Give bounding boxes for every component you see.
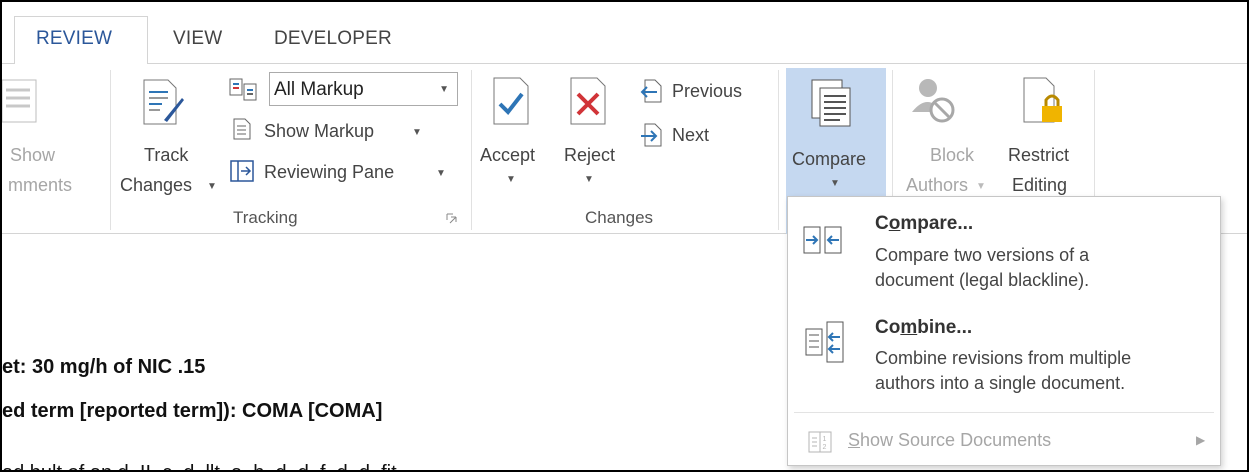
reject-icon (570, 77, 606, 125)
document-line: ed term [reported term]): COMA [COMA] (2, 400, 383, 422)
compare-menu: Compare... Compare two versions of a doc… (787, 196, 1221, 466)
ribbon-tabs: REVIEW VIEW DEVELOPER (2, 2, 1247, 65)
reject-label: Reject (564, 145, 616, 165)
previous-label: Previous (672, 81, 743, 101)
restrict-editing-icon (1023, 77, 1062, 123)
compare-menu-item[interactable]: Compare... Compare two versions of a doc… (788, 197, 1220, 307)
group-separator (778, 70, 779, 230)
show-markup-caret-icon: ▼ (412, 127, 422, 138)
document-line: ad bult of an d. II. c. d. llt. a. h. d.… (2, 462, 397, 470)
reviewing-pane-caret-icon: ▼ (436, 168, 446, 179)
track-changes-icon (143, 79, 184, 125)
tab-view[interactable]: VIEW (173, 28, 222, 50)
show-comments-label-1: Show (10, 145, 56, 165)
combine-menu-title-suffix: bine... (917, 317, 973, 338)
compare-menu-desc-2: document (legal blackline). (875, 270, 1090, 290)
svg-text:1: 1 (823, 436, 827, 443)
document-line: et: 30 mg/h of NIC .15 (2, 356, 206, 378)
dialog-launcher-icon[interactable] (446, 213, 457, 224)
tab-developer[interactable]: DEVELOPER (274, 28, 392, 50)
tracking-group-label: Tracking (233, 208, 298, 227)
group-separator (471, 70, 472, 230)
combine-documents-icon (805, 321, 844, 363)
compare-menu-title: Compare... (875, 213, 973, 235)
show-markup-icon (233, 118, 251, 140)
restrict-editing-label-1: Restrict (1008, 145, 1070, 165)
track-changes-label-1: Track (144, 145, 189, 165)
compare-menu-title-suffix: mpare... (900, 213, 974, 234)
markup-dropdown[interactable]: All Markup ▼ (269, 72, 458, 106)
combine-menu-title-prefix: Co (875, 317, 901, 338)
accept-icon (493, 77, 529, 125)
compare-label: Compare (792, 149, 867, 169)
block-authors-label-2: Authors (906, 175, 969, 195)
source-documents-icon: 1 2 (808, 431, 832, 453)
combine-menu-desc-2: authors into a single document. (875, 373, 1126, 393)
accept-caret-icon: ▼ (506, 174, 516, 185)
next-label: Next (672, 125, 710, 145)
svg-text:2: 2 (823, 444, 827, 451)
combine-menu-title-accesskey: m (900, 317, 918, 338)
markup-compare-icon (229, 78, 257, 101)
markup-dropdown-value: All Markup (274, 79, 364, 100)
compare-icon (811, 79, 851, 127)
chevron-down-icon: ▼ (439, 84, 449, 95)
track-changes-caret-icon: ▼ (207, 181, 217, 192)
reject-caret-icon: ▼ (584, 174, 594, 185)
compare-caret-icon: ▼ (830, 178, 840, 189)
reviewing-pane-icon (230, 160, 254, 182)
show-source-rest: how Source Documents (860, 430, 1052, 450)
changes-group-label: Changes (585, 208, 654, 227)
show-markup-label: Show Markup (264, 121, 375, 141)
restrict-editing-label-2: Editing (1012, 175, 1068, 195)
menu-separator (794, 412, 1214, 413)
tab-review[interactable]: REVIEW (36, 28, 112, 50)
block-authors-caret-icon: ▼ (976, 181, 986, 192)
compare-documents-icon (803, 226, 842, 254)
compare-menu-title-prefix: C (875, 213, 889, 234)
compare-menu-desc-1: Compare two versions of a (875, 245, 1090, 265)
combine-menu-desc-1: Combine revisions from multiple (875, 348, 1132, 368)
previous-icon (640, 79, 662, 103)
window: REVIEW VIEW DEVELOPER Show mments Track … (0, 0, 1249, 472)
compare-menu-title-accesskey: o (888, 213, 901, 234)
next-icon (641, 123, 662, 147)
comments-icon (2, 79, 37, 123)
block-authors-icon (912, 79, 955, 123)
block-authors-label-1: Block (930, 145, 975, 165)
show-comments-label-2: mments (8, 175, 73, 195)
group-separator (110, 70, 111, 230)
accept-label: Accept (480, 145, 536, 165)
reviewing-pane-label: Reviewing Pane (264, 162, 395, 182)
submenu-arrow-icon: ▶ (1196, 433, 1206, 447)
show-source-accesskey: S (848, 430, 861, 450)
track-changes-label-2: Changes (120, 175, 193, 195)
combine-menu-title: Combine... (875, 317, 972, 339)
show-source-documents-label: Show Source Documents (848, 430, 1051, 451)
combine-menu-item[interactable]: Combine... Combine revisions from multip… (788, 307, 1220, 407)
